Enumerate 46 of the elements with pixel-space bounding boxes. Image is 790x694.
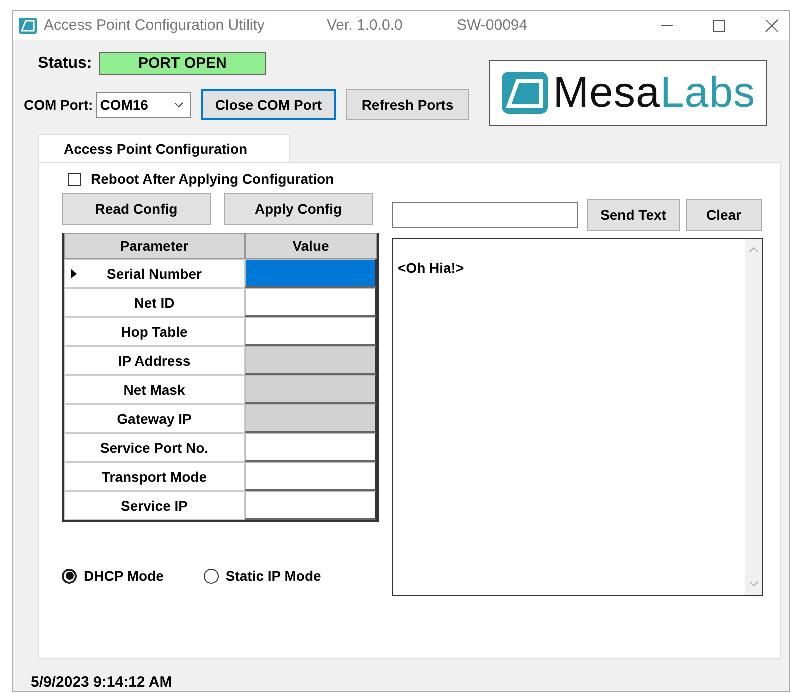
checkbox-label: Reboot After Applying Configuration bbox=[91, 171, 334, 187]
config-button[interactable]: Apply Config bbox=[224, 193, 373, 225]
parameter-cell: Service IP bbox=[64, 491, 245, 520]
parameter-cell: Net ID bbox=[64, 288, 245, 317]
text-input[interactable] bbox=[392, 202, 578, 228]
radio-button[interactable] bbox=[204, 568, 219, 584]
com-port-label: COM Port: bbox=[24, 96, 94, 112]
radio-label: Static IP Mode bbox=[226, 568, 322, 584]
column-header: Parameter bbox=[64, 233, 245, 259]
parameter-cell: Transport Mode bbox=[64, 462, 245, 491]
value-cell[interactable] bbox=[245, 462, 377, 491]
value-cell[interactable] bbox=[245, 288, 377, 317]
app-icon bbox=[18, 16, 38, 34]
window-title: Access Point Configuration Utility bbox=[44, 17, 266, 34]
status-label: Status: bbox=[38, 54, 92, 72]
dropdown-caret-icon[interactable] bbox=[174, 102, 184, 108]
radio-label: DHCP Mode bbox=[84, 568, 164, 584]
value-cell[interactable] bbox=[245, 433, 377, 462]
parameter-cell: Serial Number bbox=[64, 259, 245, 288]
parameter-cell: Net Mask bbox=[64, 375, 245, 404]
brand-name: MesaLabs bbox=[553, 68, 756, 118]
checkbox[interactable] bbox=[68, 172, 81, 186]
parameter-cell: Service Port No. bbox=[64, 433, 245, 462]
value-cell[interactable] bbox=[245, 491, 377, 520]
clear-button[interactable]: Clear bbox=[686, 199, 762, 231]
software-code: SW-00094 bbox=[457, 17, 528, 34]
close-icon[interactable] bbox=[765, 18, 779, 32]
parameter-cell: IP Address bbox=[64, 346, 245, 375]
logo-icon bbox=[502, 72, 548, 114]
port-button[interactable]: Refresh Ports bbox=[346, 89, 470, 120]
config-button[interactable]: Read Config bbox=[62, 193, 211, 225]
log-text: <Oh Hia!> bbox=[398, 260, 464, 276]
status-indicator: PORT OPEN bbox=[99, 52, 266, 75]
tab[interactable]: Access Point Configuration bbox=[38, 134, 290, 162]
parameter-cell: Gateway IP bbox=[64, 404, 245, 433]
status-bar-datetime: 5/9/2023 9:14:12 AM bbox=[31, 674, 174, 691]
port-button[interactable]: Close COM Port bbox=[201, 89, 336, 120]
com-port-dropdown[interactable]: COM16 bbox=[96, 92, 192, 118]
radio-button[interactable] bbox=[62, 568, 77, 584]
column-header: Value bbox=[245, 233, 377, 259]
parameter-cell: Hop Table bbox=[64, 317, 245, 346]
maximize-icon[interactable] bbox=[713, 20, 725, 32]
value-cell[interactable] bbox=[245, 317, 377, 346]
version-text: Ver. 1.0.0.0 bbox=[327, 17, 404, 34]
value-cell[interactable] bbox=[245, 259, 377, 288]
send-text-button[interactable]: Send Text bbox=[587, 199, 680, 231]
